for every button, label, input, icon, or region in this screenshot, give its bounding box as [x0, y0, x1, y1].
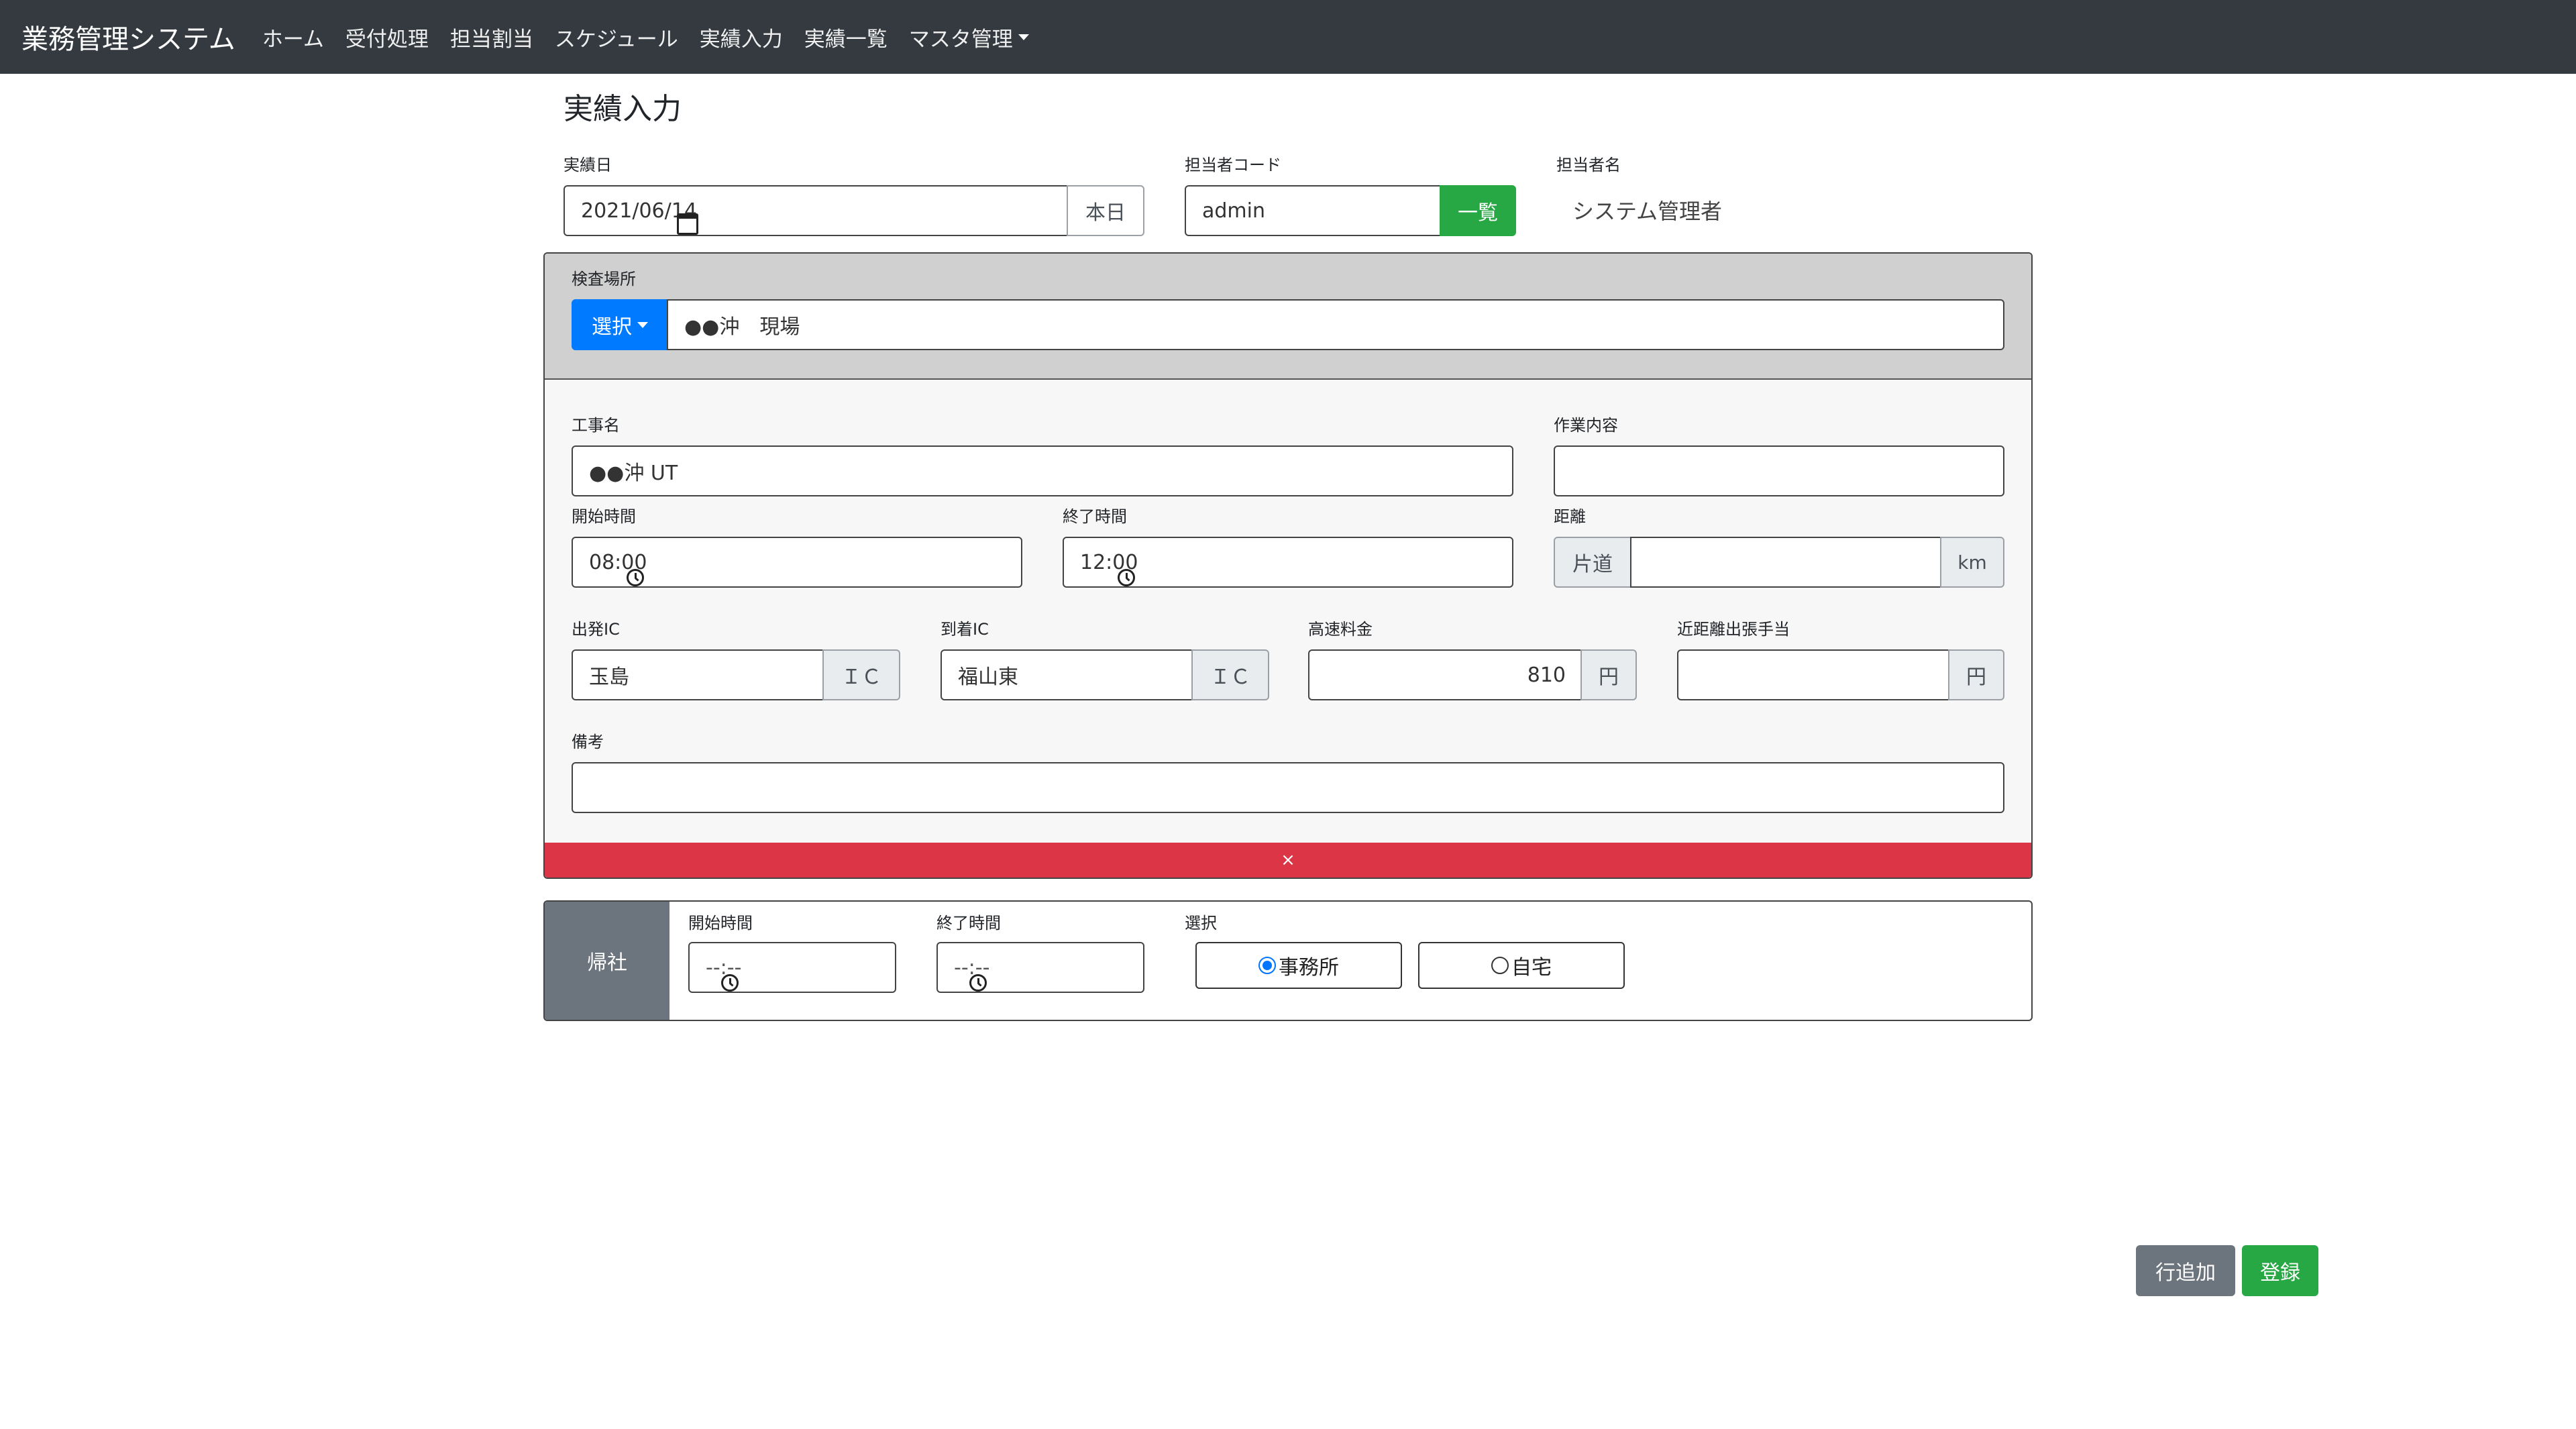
clock-icon[interactable]: [627, 569, 645, 586]
nav-master-dropdown[interactable]: マスタ管理: [909, 22, 1029, 52]
project-value: ●●沖 UT: [589, 462, 678, 485]
arr-ic-suffix: ＩＣ: [1191, 649, 1269, 700]
nav-schedule[interactable]: スケジュール: [555, 22, 678, 52]
nav-home[interactable]: ホーム: [262, 22, 324, 52]
return-start-placeholder: --:--: [706, 955, 742, 980]
close-icon: ×: [1281, 850, 1295, 870]
work-content-label: 作業内容: [1554, 416, 1618, 435]
clock-icon[interactable]: [1118, 569, 1136, 586]
note-label: 備考: [572, 733, 604, 751]
toll-input[interactable]: 810: [1308, 649, 1582, 700]
return-end-input[interactable]: --:--: [936, 942, 1144, 993]
toll-value: 810: [1527, 663, 1566, 687]
nav-assignment[interactable]: 担当割当: [450, 22, 533, 52]
toll-unit: 円: [1580, 649, 1637, 700]
nav-results-input[interactable]: 実績入力: [700, 22, 783, 52]
site-select-button[interactable]: 選択: [572, 299, 668, 350]
allowance-label: 近距離出張手当: [1677, 620, 1790, 639]
distance-label: 距離: [1554, 507, 1586, 526]
caret-down-icon: [637, 321, 648, 328]
option-office-button[interactable]: 事務所: [1195, 942, 1402, 989]
brand-logo[interactable]: 業務管理システム: [21, 17, 235, 56]
register-button[interactable]: 登録: [2242, 1245, 2318, 1296]
staff-name-label: 担当者名: [1556, 156, 1621, 174]
toll-label: 高速料金: [1308, 620, 1373, 639]
staff-code-value: admin: [1202, 199, 1265, 223]
staff-code-label: 担当者コード: [1185, 156, 1281, 174]
arr-ic-label: 到着IC: [941, 620, 989, 639]
date-label: 実績日: [564, 156, 612, 174]
return-end-label: 終了時間: [936, 914, 1001, 933]
radio-unchecked-icon[interactable]: [1491, 957, 1509, 974]
nav-reception[interactable]: 受付処理: [345, 22, 429, 52]
page-title: 実績入力: [564, 92, 682, 126]
calendar-icon[interactable]: [676, 213, 698, 235]
site-select-label: 選択: [592, 315, 632, 339]
option-home-button[interactable]: 自宅: [1418, 942, 1625, 989]
staff-list-button[interactable]: 一覧: [1440, 185, 1516, 236]
clock-icon[interactable]: [969, 974, 987, 992]
note-input[interactable]: [572, 762, 2004, 813]
nav-master-label: マスタ管理: [908, 27, 1013, 52]
return-start-input[interactable]: --:--: [688, 942, 896, 993]
dep-ic-label: 出発IC: [572, 620, 620, 639]
dep-ic-suffix: ＩＣ: [822, 649, 900, 700]
option-home-label: 自宅: [1511, 956, 1552, 980]
date-input[interactable]: 2021/06/14: [564, 185, 1068, 236]
distance-input[interactable]: [1630, 537, 1941, 588]
site-label: 検査場所: [572, 270, 636, 288]
dep-ic-value: 玉島: [589, 666, 629, 689]
option-office-label: 事務所: [1279, 956, 1339, 980]
today-button[interactable]: 本日: [1067, 185, 1144, 236]
nav-results-list[interactable]: 実績一覧: [804, 22, 888, 52]
return-end-placeholder: --:--: [954, 955, 990, 980]
dep-ic-input[interactable]: 玉島: [572, 649, 824, 700]
arr-ic-input[interactable]: 福山東: [941, 649, 1193, 700]
distance-unit: km: [1940, 537, 2004, 588]
remove-row-button[interactable]: ×: [545, 843, 2031, 878]
allowance-input[interactable]: [1677, 649, 1949, 700]
end-time-label: 終了時間: [1063, 507, 1127, 526]
start-time-label: 開始時間: [572, 507, 636, 526]
clock-icon[interactable]: [721, 974, 739, 992]
navbar: 業務管理システム ホーム 受付処理 担当割当 スケジュール 実績入力 実績一覧 …: [0, 0, 2576, 74]
add-row-button[interactable]: 行追加: [2136, 1245, 2235, 1296]
work-content-input[interactable]: [1554, 445, 2004, 496]
distance-prefix: 片道: [1554, 537, 1631, 588]
staff-code-input[interactable]: admin: [1185, 185, 1441, 236]
return-start-label: 開始時間: [688, 914, 753, 933]
site-value: ●●沖 現場: [684, 315, 800, 339]
allowance-unit: 円: [1948, 649, 2004, 700]
project-input[interactable]: ●●沖 UT: [572, 445, 1513, 496]
radio-checked-icon[interactable]: [1258, 957, 1276, 974]
start-time-input[interactable]: 08:00: [572, 537, 1022, 588]
site-input[interactable]: ●●沖 現場: [667, 299, 2004, 350]
arr-ic-value: 福山東: [958, 666, 1018, 689]
return-select-label: 選択: [1185, 914, 1217, 933]
return-title: 帰社: [545, 902, 669, 1020]
staff-name-value: システム管理者: [1572, 199, 1723, 224]
end-time-input[interactable]: 12:00: [1063, 537, 1513, 588]
project-label: 工事名: [572, 416, 620, 435]
caret-down-icon: [1018, 34, 1029, 40]
